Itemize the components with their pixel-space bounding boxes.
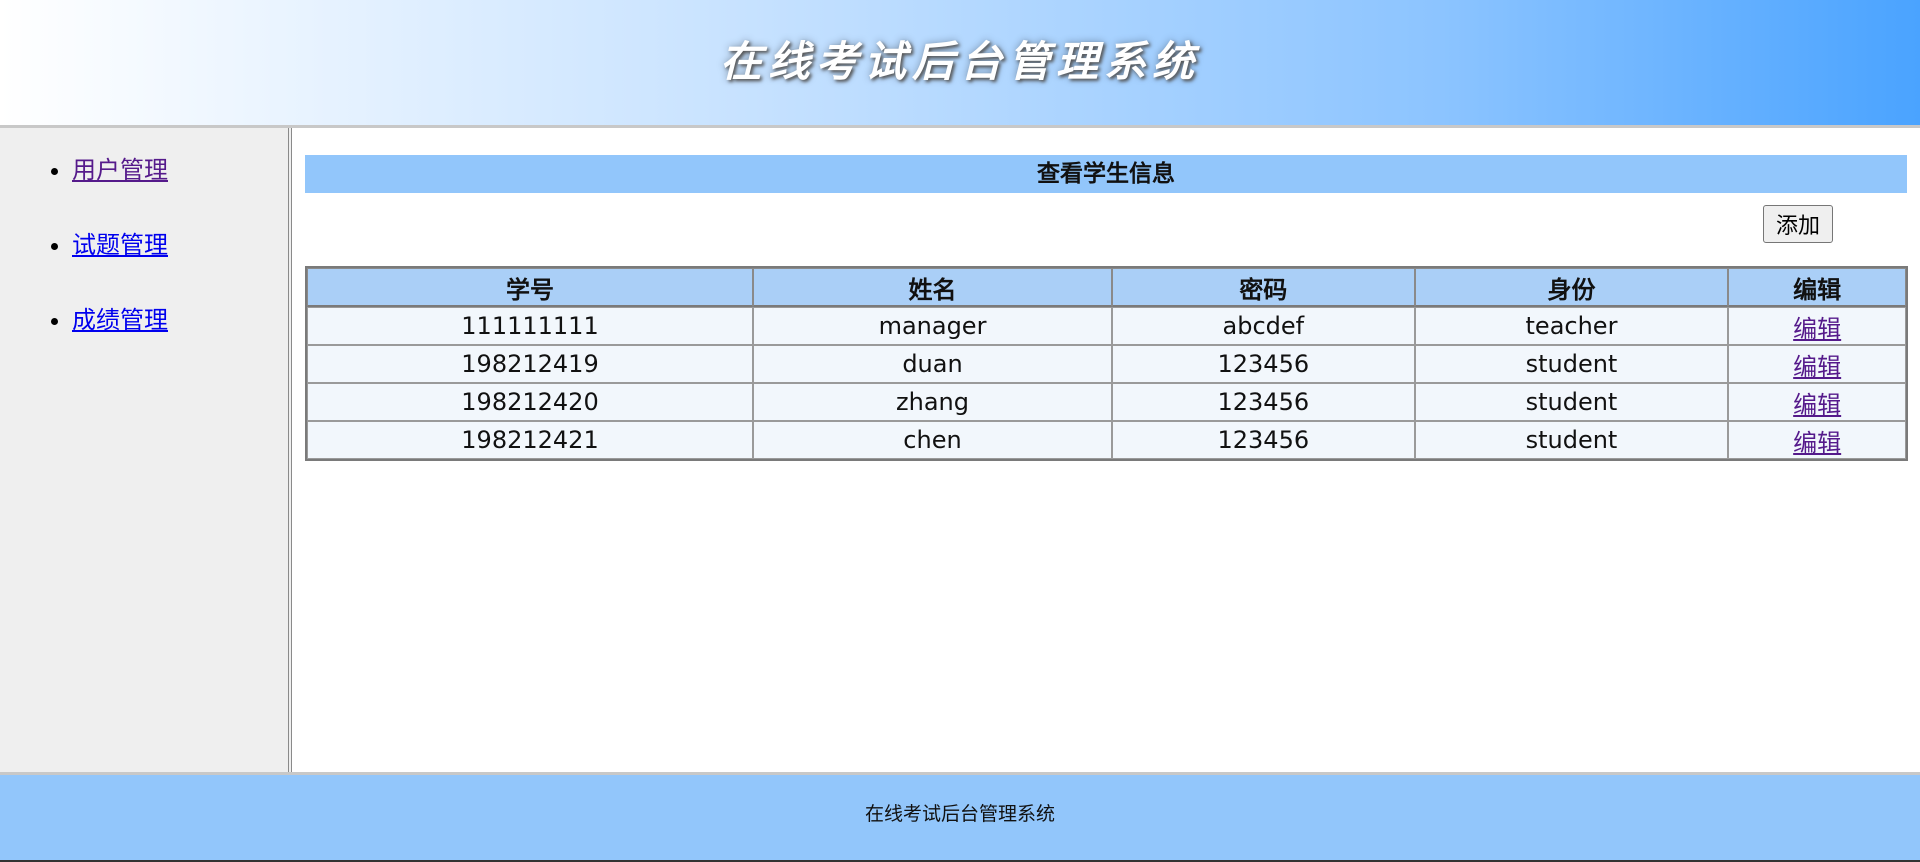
column-header-name: 姓名	[753, 268, 1112, 307]
edit-link[interactable]: 编辑	[1793, 429, 1841, 457]
cell-password: abcdef	[1112, 307, 1415, 345]
page-header: 在线考试后台管理系统	[0, 0, 1920, 128]
page-footer: 在线考试后台管理系统	[0, 772, 1920, 862]
sidebar-nav: 用户管理 试题管理 成绩管理	[0, 128, 292, 772]
sidebar-link-user-management[interactable]: 用户管理	[72, 156, 168, 184]
table-row: 198212420 zhang 123456 student 编辑	[307, 383, 1906, 421]
app-title: 在线考试后台管理系统	[719, 37, 1200, 86]
cell-role: teacher	[1414, 307, 1729, 345]
cell-password: 123456	[1112, 383, 1415, 421]
cell-id: 198212421	[307, 421, 753, 459]
sidebar-menu: 用户管理 试题管理 成绩管理	[0, 155, 288, 335]
cell-name: zhang	[753, 383, 1112, 421]
table-row: 198212421 chen 123456 student 编辑	[307, 421, 1906, 459]
column-header-edit: 编辑	[1728, 268, 1906, 307]
cell-name: chen	[753, 421, 1112, 459]
sidebar-item-user-management: 用户管理	[72, 155, 288, 185]
sidebar-item-question-management: 试题管理	[72, 230, 288, 260]
cell-password: 123456	[1112, 421, 1415, 459]
column-header-password: 密码	[1112, 268, 1415, 307]
column-header-role: 身份	[1414, 268, 1729, 307]
edit-link[interactable]: 编辑	[1793, 315, 1841, 343]
cell-id: 198212419	[307, 345, 753, 383]
cell-role: student	[1414, 421, 1729, 459]
sidebar-item-score-management: 成绩管理	[72, 305, 288, 335]
table-row: 111111111 manager abcdef teacher 编辑	[307, 307, 1906, 345]
cell-role: student	[1414, 383, 1729, 421]
table-row: 198212419 duan 123456 student 编辑	[307, 345, 1906, 383]
student-table: 学号 姓名 密码 身份 编辑 111111111 manager abcdef …	[305, 266, 1908, 461]
main-content: 查看学生信息 添加 学号 姓名 密码 身份 编辑 111111111 manag…	[293, 128, 1920, 772]
sidebar-link-question-management[interactable]: 试题管理	[72, 231, 168, 259]
cell-password: 123456	[1112, 345, 1415, 383]
cell-id: 198212420	[307, 383, 753, 421]
cell-edit: 编辑	[1728, 307, 1906, 345]
cell-name: duan	[753, 345, 1112, 383]
cell-name: manager	[753, 307, 1112, 345]
footer-text: 在线考试后台管理系统	[864, 803, 1055, 825]
sidebar-link-score-management[interactable]: 成绩管理	[72, 306, 168, 334]
add-button[interactable]: 添加	[1763, 205, 1833, 243]
table-header-row: 学号 姓名 密码 身份 编辑	[307, 268, 1906, 307]
cell-edit: 编辑	[1728, 345, 1906, 383]
cell-edit: 编辑	[1728, 421, 1906, 459]
section-title: 查看学生信息	[305, 155, 1907, 193]
cell-id: 111111111	[307, 307, 753, 345]
cell-edit: 编辑	[1728, 383, 1906, 421]
column-header-id: 学号	[307, 268, 753, 307]
edit-link[interactable]: 编辑	[1793, 353, 1841, 381]
cell-role: student	[1414, 345, 1729, 383]
edit-link[interactable]: 编辑	[1793, 391, 1841, 419]
